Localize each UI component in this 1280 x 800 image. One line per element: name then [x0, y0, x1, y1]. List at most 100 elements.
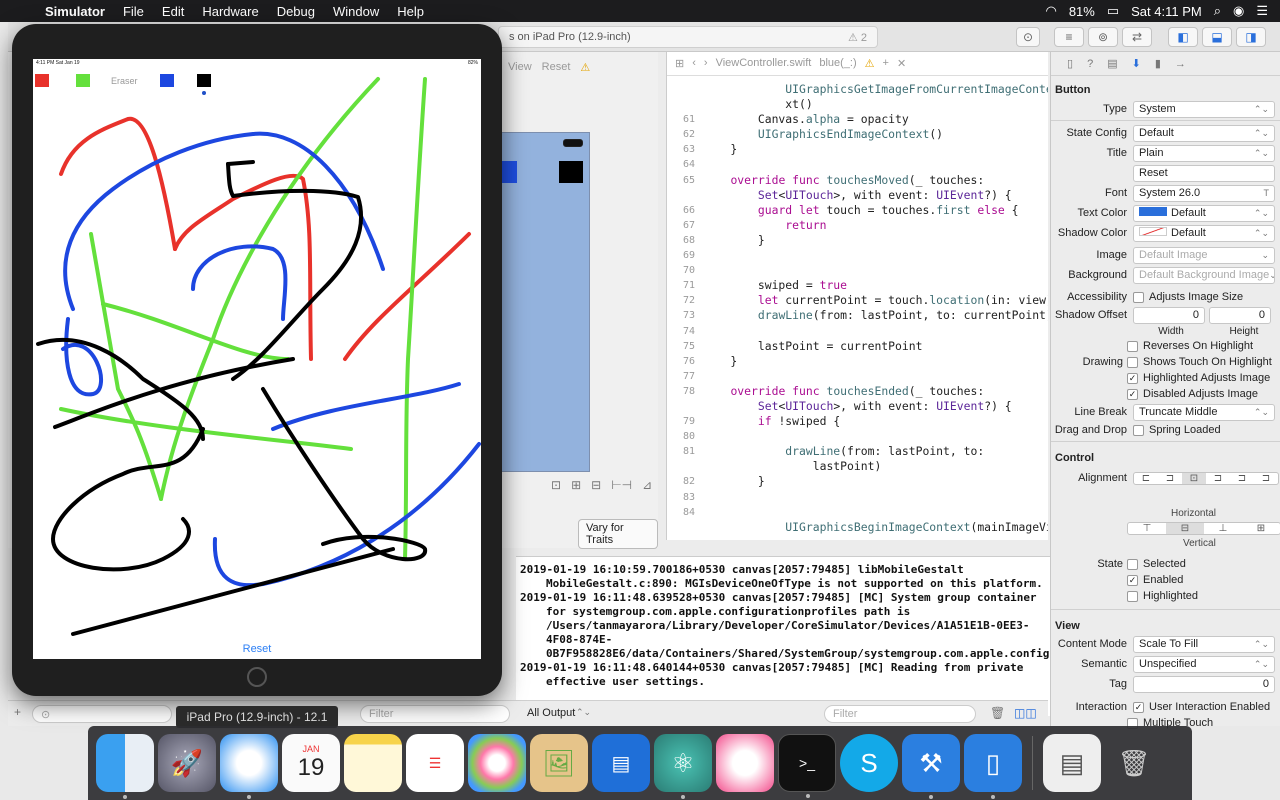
menu-help[interactable]: Help [388, 4, 433, 19]
attributes-inspector-icon[interactable]: ⬇ [1132, 57, 1141, 70]
all-output-select[interactable]: All Output [527, 707, 575, 719]
tag-stepper[interactable]: 0 [1133, 675, 1275, 693]
type-select[interactable]: System ⌃⌄ [1133, 100, 1275, 118]
shows-touch-checkbox[interactable] [1127, 356, 1138, 368]
notification-center-icon[interactable]: ☰ [1256, 3, 1268, 19]
code-editor[interactable]: ⊞ ‹ › ViewController.swift blue(_:) ⚠ + … [666, 52, 1048, 540]
stack-icon[interactable]: ⊞ [571, 478, 581, 492]
vertical-alignment-control[interactable]: ⊤ ⊟ ⊥ ⊞ [1127, 521, 1280, 535]
blue-color-button-preview[interactable] [501, 161, 517, 183]
library-button[interactable]: ⊙ [1016, 27, 1040, 47]
drawing-canvas[interactable] [33, 59, 481, 659]
valign-center-icon[interactable]: ⊟ [1166, 522, 1204, 534]
image-select[interactable]: Default Image ⌄ [1133, 246, 1275, 264]
atom-icon[interactable]: ⚛ [654, 734, 712, 799]
align-left-icon[interactable]: ⊏ [1134, 473, 1158, 484]
version-editor-button[interactable]: ⇄ [1122, 27, 1152, 47]
align-leading-icon[interactable]: ⊐ [1230, 473, 1254, 484]
state-config-select[interactable]: Default ⌃⌄ [1133, 124, 1275, 142]
selected-checkbox[interactable] [1127, 558, 1138, 570]
align-icon[interactable]: ⊟ [591, 478, 601, 492]
shadow-height-stepper[interactable]: 0 [1209, 306, 1271, 324]
enabled-checkbox[interactable]: ✓ [1127, 574, 1138, 586]
align-right-icon[interactable]: ⊐ [1206, 473, 1230, 484]
background-select[interactable]: Default Background Image⌄ [1133, 266, 1275, 284]
title-text-field[interactable]: Reset [1133, 164, 1275, 182]
ib-filter[interactable]: Filter [360, 705, 510, 723]
terminal-icon[interactable]: >_ [778, 734, 836, 798]
ib-jump-reset[interactable]: Reset [542, 61, 571, 73]
toggle-debug-button[interactable]: ⬓ [1202, 27, 1232, 47]
ib-jump-view[interactable]: View [508, 61, 532, 73]
launchpad-icon[interactable]: 🚀 [158, 734, 216, 792]
related-items-icon[interactable]: ⊞ [675, 57, 684, 70]
user-interaction-checkbox[interactable]: ✓ [1133, 701, 1144, 713]
add-editor-icon[interactable]: + [883, 57, 889, 70]
reset-button[interactable]: Reset [33, 643, 481, 655]
menu-hardware[interactable]: Hardware [193, 4, 267, 19]
xcode-icon[interactable]: ⚒ [902, 734, 960, 799]
console-filter[interactable]: Filter [824, 705, 976, 723]
font-field[interactable]: System 26.0 T [1133, 184, 1275, 202]
battery-icon[interactable]: ▭ [1107, 3, 1119, 19]
highlighted-adjusts-checkbox[interactable]: ✓ [1127, 372, 1138, 384]
notes-icon[interactable] [344, 734, 402, 792]
standard-editor-button[interactable]: ≡ [1054, 27, 1084, 47]
preview-icon[interactable]: 🖼 [530, 734, 588, 792]
spotlight-icon[interactable]: ⌕ [1214, 3, 1221, 19]
siri-icon[interactable]: ◉ [1233, 3, 1244, 19]
align-trailing-icon[interactable]: ⊐ [1254, 473, 1278, 484]
clock[interactable]: Sat 4:11 PM [1131, 4, 1202, 19]
valign-bottom-icon[interactable]: ⊥ [1204, 523, 1242, 534]
wifi-icon[interactable]: ◠ [1045, 3, 1056, 19]
pin-icon[interactable]: ⊢⊣ [611, 478, 632, 492]
warning-icon[interactable]: ⚠ [580, 61, 590, 74]
semantic-select[interactable]: Unspecified ⌃⌄ [1133, 655, 1275, 673]
simulator-icon[interactable]: ▯ [964, 734, 1022, 799]
adjusts-image-size-checkbox[interactable] [1133, 291, 1144, 303]
content-mode-select[interactable]: Scale To Fill ⌃⌄ [1133, 635, 1275, 653]
font-picker-icon[interactable]: T [1264, 188, 1270, 198]
valign-top-icon[interactable]: ⊤ [1128, 523, 1166, 534]
trash-icon[interactable]: 🗑 [990, 706, 1005, 720]
navigator-filter[interactable]: ⊙ [32, 705, 172, 723]
document-stack-icon[interactable]: ▤ [1043, 734, 1101, 792]
menu-edit[interactable]: Edit [153, 4, 193, 19]
title-select[interactable]: Plain ⌃⌄ [1133, 144, 1275, 162]
menu-window[interactable]: Window [324, 4, 388, 19]
black-color-button-preview-2[interactable] [559, 161, 583, 183]
reverses-checkbox[interactable] [1127, 340, 1138, 352]
resolve-icon[interactable]: ⊿ [642, 478, 652, 492]
warning-count[interactable]: ⚠ 2 [848, 31, 867, 44]
text-color-select[interactable]: Default ⌃⌄ [1133, 204, 1275, 222]
align-center-icon[interactable]: ⊐ [1158, 473, 1182, 484]
battery-percent[interactable]: 81% [1069, 4, 1095, 19]
safari-icon[interactable] [220, 734, 278, 799]
menu-file[interactable]: File [114, 4, 153, 19]
photos-icon[interactable] [468, 734, 526, 792]
skype-icon[interactable]: S [840, 734, 898, 792]
split-view-icon[interactable]: ◫◫ [1014, 706, 1037, 720]
debug-console[interactable]: 2019-01-19 16:10:59.700186+0530 canvas[2… [516, 556, 1056, 716]
connections-inspector-icon[interactable]: → [1175, 58, 1186, 70]
symbol-crumb[interactable]: blue(_:) [819, 57, 856, 70]
highlighted-checkbox[interactable] [1127, 590, 1138, 602]
spring-loaded-checkbox[interactable] [1133, 424, 1144, 436]
horizontal-alignment-control[interactable]: ⊏ ⊐ ⊡ ⊐ ⊐ ⊐ [1133, 471, 1279, 485]
keynote-icon[interactable]: ▤ [592, 734, 650, 792]
close-editor-icon[interactable]: ✕ [897, 57, 906, 70]
add-icon[interactable]: + [14, 705, 21, 719]
file-crumb[interactable]: ViewController.swift [716, 57, 812, 70]
forward-icon[interactable]: › [704, 57, 708, 70]
disabled-adjusts-checkbox[interactable]: ✓ [1127, 388, 1138, 400]
quick-help-icon[interactable]: ? [1087, 58, 1093, 70]
trash-icon[interactable]: 🗑 [1105, 734, 1163, 792]
identity-inspector-icon[interactable]: ▤ [1107, 57, 1117, 70]
align-fill-icon[interactable]: ⊡ [1182, 472, 1206, 484]
shadow-width-stepper[interactable]: 0 [1133, 306, 1205, 324]
storyboard-scene[interactable] [500, 132, 590, 472]
back-icon[interactable]: ‹ [692, 57, 696, 70]
ipad-screen[interactable]: 4:11 PM Sat Jan 19 82% Eraser Reset [33, 59, 481, 659]
editor-warning-icon[interactable]: ⚠ [865, 57, 875, 70]
calendar-icon[interactable]: JAN 19 [282, 734, 340, 792]
